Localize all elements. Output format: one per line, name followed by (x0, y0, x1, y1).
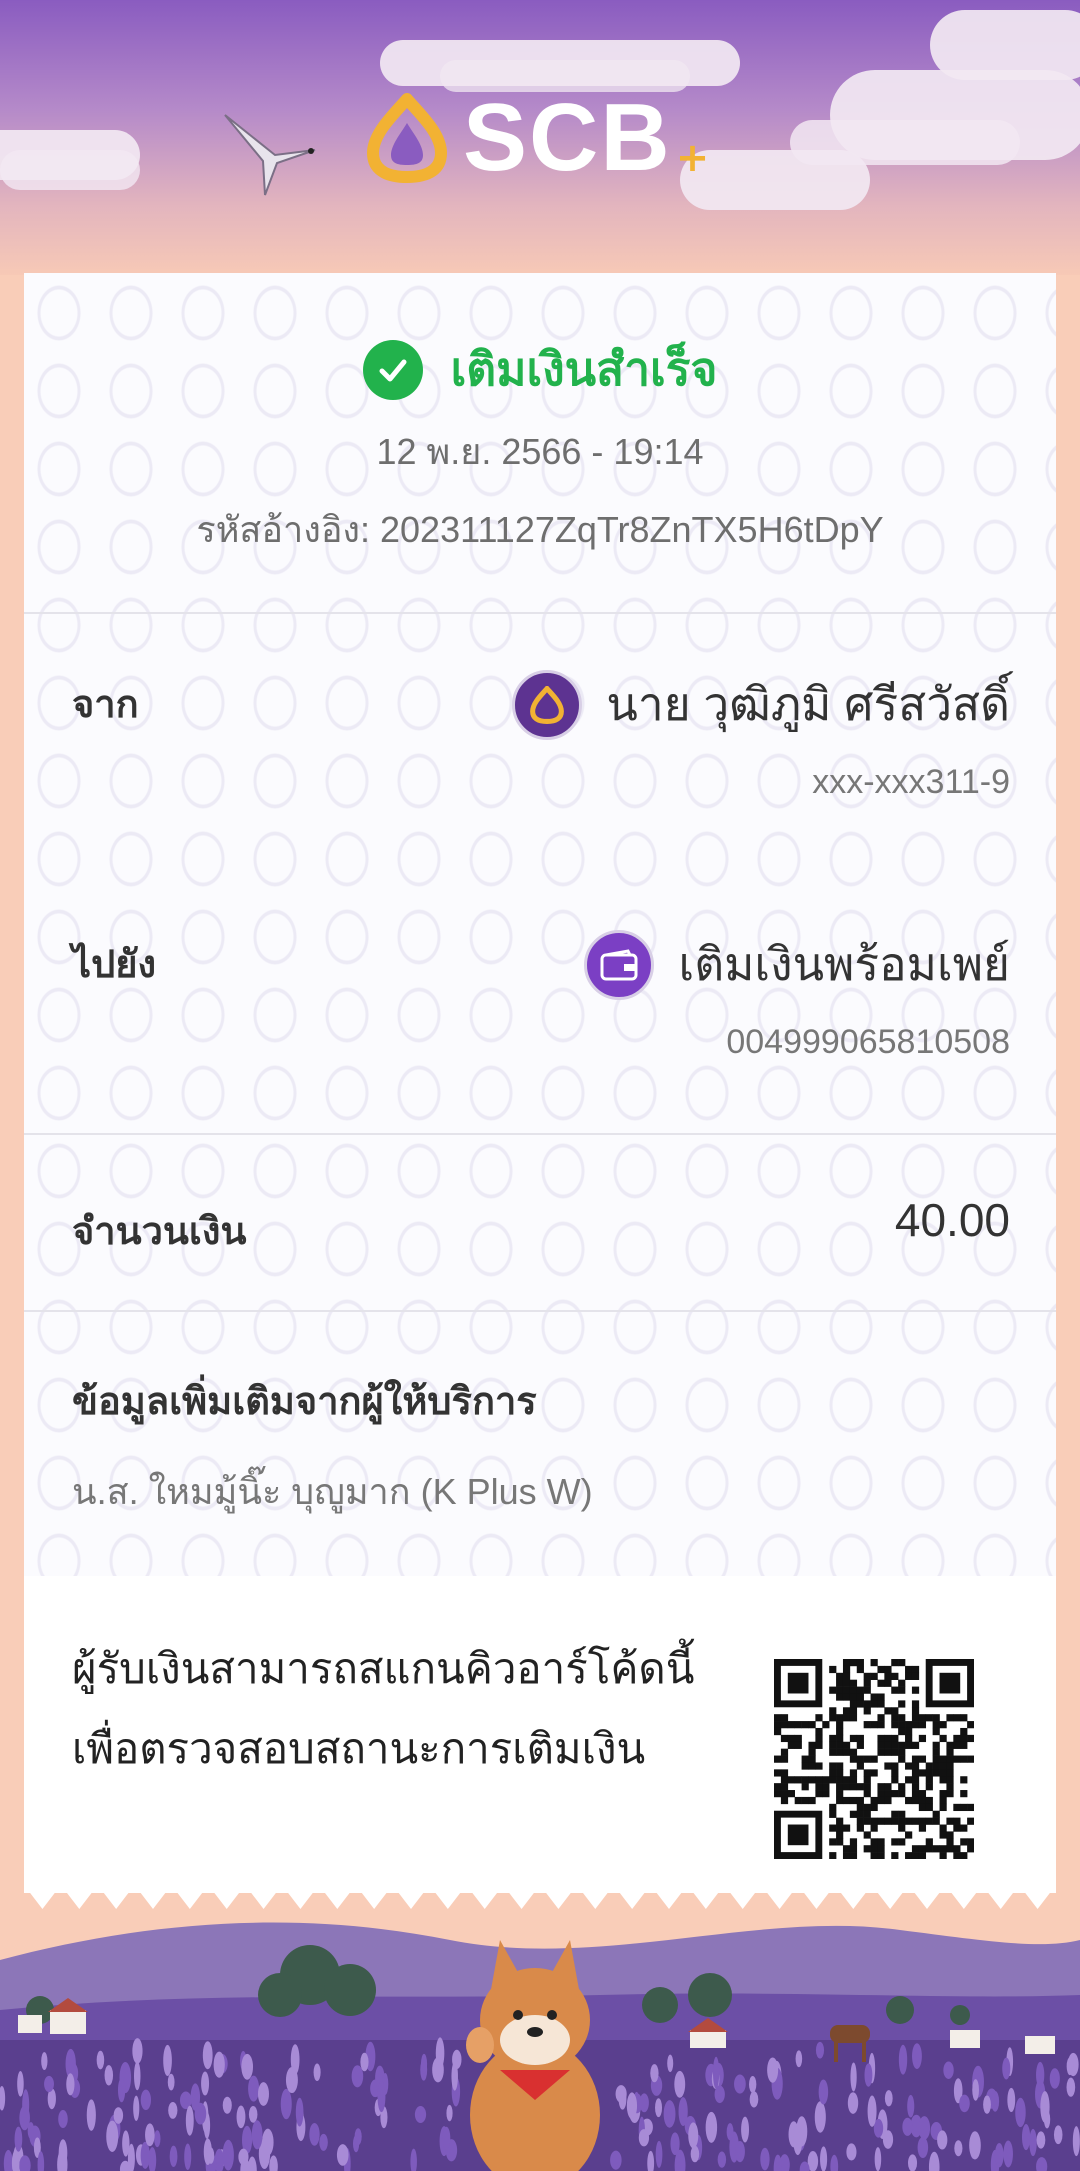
wallet-icon (584, 929, 655, 1000)
to-name: เติมเงินพร้อมเพย์ (678, 938, 1010, 990)
qr-note-line2: เพื่อตรวจสอบสถานะการเติมเงิน (72, 1725, 646, 1772)
reference-number: รหัสอ้างอิง: 202311127ZqTr8ZnTX5H6tDpY (196, 509, 884, 550)
from-row: นาย วุฒิภูมิ ศรีสวัสดิ์ (512, 668, 1010, 741)
scb-logo: SCB + (365, 88, 709, 188)
divider (24, 1133, 1056, 1135)
to-account: 004999065810508 (726, 1023, 1010, 1061)
status-row: เติมเงินสำเร็จ (24, 333, 1056, 406)
to-label: ไปยัง (72, 944, 157, 986)
info-title: ข้อมูลเพิ่มเติมจากผู้ให้บริการ (72, 1381, 537, 1423)
divider (24, 1310, 1056, 1312)
to-row: เติมเงินพร้อมเพย์ (584, 928, 1010, 1001)
header-banner: SCB + (0, 0, 1080, 275)
from-account: xxx-xxx311-9 (812, 763, 1010, 801)
info-value: น.ส. ใหมมู้นิ๊ะ บุญูมาก (K Plus W) (72, 1471, 593, 1512)
scb-avatar-icon (512, 669, 583, 740)
check-icon (362, 339, 423, 400)
divider (24, 612, 1056, 614)
status-text: เติมเงินสำเร็จ (450, 343, 718, 395)
qr-note-line1: ผู้รับเงินสามารถสแกนคิวอาร์โค้ดนี้ (72, 1645, 695, 1692)
brand-plus: + (675, 135, 710, 181)
brand-name: SCB (463, 84, 672, 191)
footer-landscape (0, 1922, 1080, 2171)
amount-label: จำนวนเงิน (72, 1211, 247, 1253)
transaction-datetime: 12 พ.ย. 2566 - 19:14 (376, 431, 704, 472)
scb-logo-icon (367, 93, 447, 183)
bird-icon (224, 114, 316, 196)
from-name: นาย วุฒิภูมิ ศรีสวัสดิ์ (606, 678, 1010, 730)
qr-code[interactable] (774, 1659, 974, 1859)
from-label: จาก (72, 684, 139, 726)
receipt-card: เติมเงินสำเร็จ 12 พ.ย. 2566 - 19:14 รหัส… (24, 273, 1056, 1909)
amount-value: 40.00 (894, 1194, 1010, 1246)
